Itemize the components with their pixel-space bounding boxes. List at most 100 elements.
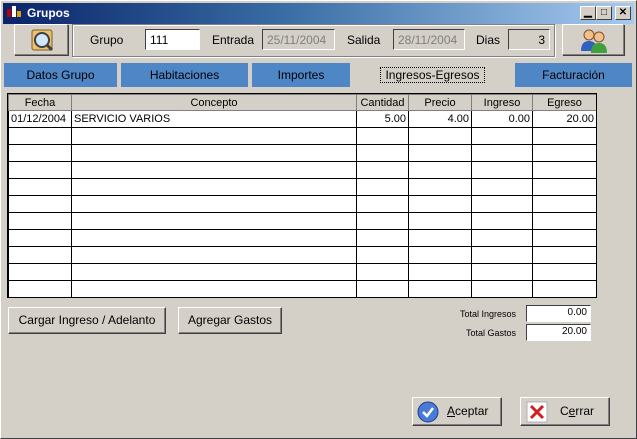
empty-cell[interactable]	[71, 246, 357, 264]
empty-cell[interactable]	[408, 178, 472, 196]
empty-cell[interactable]	[8, 229, 72, 247]
table-row[interactable]	[8, 246, 596, 264]
empty-cell[interactable]	[8, 212, 72, 230]
empty-cell[interactable]	[532, 280, 596, 297]
empty-cell[interactable]	[71, 144, 357, 162]
empty-cell[interactable]	[471, 229, 533, 247]
column-header-egreso[interactable]: Egreso	[532, 94, 596, 111]
cell-ingreso[interactable]: 0.00	[471, 110, 533, 128]
column-header-ingreso[interactable]: Ingreso	[471, 94, 533, 111]
empty-cell[interactable]	[71, 280, 357, 297]
empty-cell[interactable]	[532, 229, 596, 247]
table-row[interactable]	[8, 144, 596, 162]
empty-cell[interactable]	[71, 229, 357, 247]
column-header-concepto[interactable]: Concepto	[71, 94, 357, 111]
empty-cell[interactable]	[532, 246, 596, 264]
empty-cell[interactable]	[408, 195, 472, 213]
empty-cell[interactable]	[356, 246, 409, 264]
empty-cell[interactable]	[532, 144, 596, 162]
close-window-button[interactable]: ✕	[615, 6, 631, 20]
empty-cell[interactable]	[471, 178, 533, 196]
tab-importes[interactable]: Importes	[252, 63, 352, 87]
table-row[interactable]	[8, 178, 596, 196]
table-row[interactable]	[8, 212, 596, 230]
empty-cell[interactable]	[408, 161, 472, 179]
empty-cell[interactable]	[8, 161, 72, 179]
empty-cell[interactable]	[408, 280, 472, 297]
empty-cell[interactable]	[408, 127, 472, 145]
empty-cell[interactable]	[471, 195, 533, 213]
empty-cell[interactable]	[356, 280, 409, 297]
empty-cell[interactable]	[71, 263, 357, 281]
empty-cell[interactable]	[532, 161, 596, 179]
empty-cell[interactable]	[356, 263, 409, 281]
empty-cell[interactable]	[408, 144, 472, 162]
tab-ingresos-egresos[interactable]: Ingresos-Egresos	[354, 63, 513, 87]
empty-cell[interactable]	[471, 161, 533, 179]
empty-cell[interactable]	[532, 127, 596, 145]
empty-cell[interactable]	[356, 127, 409, 145]
table-row[interactable]	[8, 263, 596, 281]
empty-cell[interactable]	[71, 178, 357, 196]
empty-cell[interactable]	[71, 127, 357, 145]
empty-cell[interactable]	[8, 144, 72, 162]
grupo-field[interactable]: 111	[145, 29, 200, 50]
column-header-precio[interactable]: Precio	[408, 94, 472, 111]
empty-cell[interactable]	[8, 178, 72, 196]
maximize-button[interactable]: □	[596, 6, 612, 20]
empty-cell[interactable]	[71, 161, 357, 179]
empty-cell[interactable]	[532, 212, 596, 230]
cell-fecha[interactable]: 01/12/2004	[8, 110, 72, 128]
empty-cell[interactable]	[356, 144, 409, 162]
empty-cell[interactable]	[471, 280, 533, 297]
empty-cell[interactable]	[408, 263, 472, 281]
empty-cell[interactable]	[471, 212, 533, 230]
tab-facturacion[interactable]: Facturación	[515, 63, 634, 87]
empty-cell[interactable]	[532, 195, 596, 213]
table-row[interactable]	[8, 195, 596, 213]
table-row[interactable]	[8, 280, 596, 297]
users-button[interactable]	[562, 24, 624, 55]
tab-datos-grupo[interactable]: Datos Grupo	[4, 63, 119, 87]
column-header-fecha[interactable]: Fecha	[8, 94, 72, 111]
empty-cell[interactable]	[356, 178, 409, 196]
empty-cell[interactable]	[408, 212, 472, 230]
tab-habitaciones[interactable]: Habitaciones	[121, 63, 250, 87]
table-row[interactable]	[8, 127, 596, 145]
empty-cell[interactable]	[532, 178, 596, 196]
empty-cell[interactable]	[8, 280, 72, 297]
aceptar-button[interactable]: Aceptar	[412, 397, 502, 426]
cell-egreso[interactable]: 20.00	[532, 110, 596, 128]
minimize-button[interactable]: ▁	[580, 6, 596, 20]
table-row[interactable]	[8, 229, 596, 247]
table-row[interactable]	[8, 161, 596, 179]
column-header-cantidad[interactable]: Cantidad	[356, 94, 409, 111]
empty-cell[interactable]	[471, 127, 533, 145]
empty-cell[interactable]	[471, 144, 533, 162]
empty-cell[interactable]	[471, 246, 533, 264]
movements-grid[interactable]: Fecha Concepto Cantidad Precio Ingreso E…	[7, 93, 597, 298]
empty-cell[interactable]	[8, 195, 72, 213]
empty-cell[interactable]	[8, 127, 72, 145]
cerrar-button[interactable]: Cerrar	[520, 397, 610, 426]
empty-cell[interactable]	[356, 195, 409, 213]
empty-cell[interactable]	[471, 263, 533, 281]
empty-cell[interactable]	[71, 195, 357, 213]
empty-cell[interactable]	[408, 229, 472, 247]
title-bar[interactable]: Grupos ▁ □ ✕	[3, 3, 634, 24]
cell-precio[interactable]: 4.00	[408, 110, 472, 128]
cargar-ingreso-button[interactable]: Cargar Ingreso / Adelanto	[8, 307, 166, 334]
empty-cell[interactable]	[71, 212, 357, 230]
empty-cell[interactable]	[356, 229, 409, 247]
cell-concepto[interactable]: SERVICIO VARIOS	[71, 110, 357, 128]
empty-cell[interactable]	[532, 263, 596, 281]
empty-cell[interactable]	[356, 212, 409, 230]
empty-cell[interactable]	[8, 246, 72, 264]
empty-cell[interactable]	[356, 161, 409, 179]
cell-cantidad[interactable]: 5.00	[356, 110, 409, 128]
empty-cell[interactable]	[408, 246, 472, 264]
table-row[interactable]: 01/12/2004 SERVICIO VARIOS 5.00 4.00 0.0…	[8, 110, 596, 128]
agregar-gastos-button[interactable]: Agregar Gastos	[178, 307, 282, 334]
empty-cell[interactable]	[8, 263, 72, 281]
search-button[interactable]	[14, 24, 68, 55]
